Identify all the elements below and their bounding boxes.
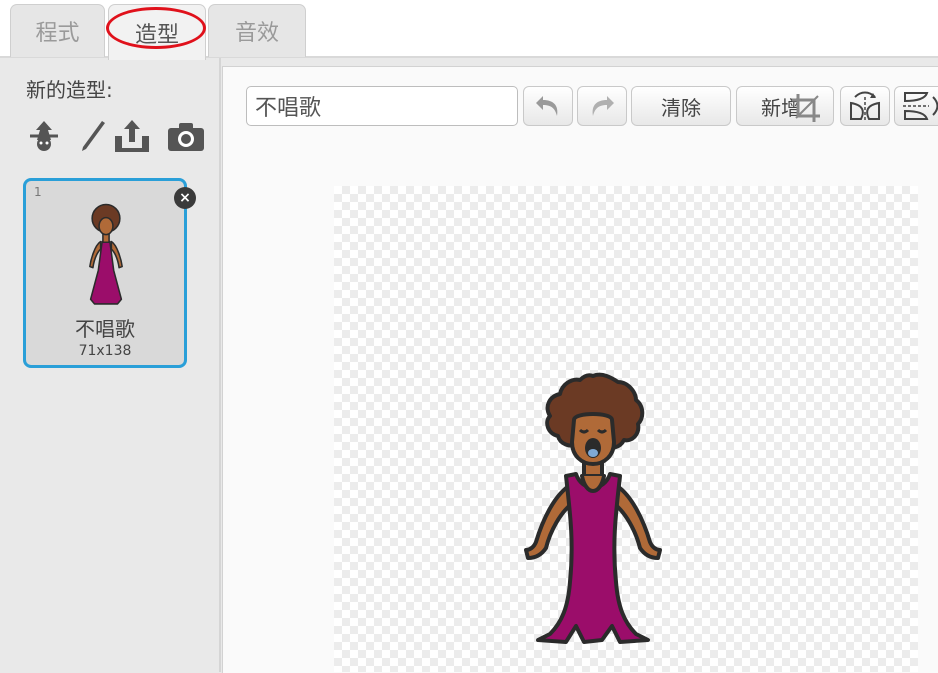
undo-icon xyxy=(536,96,558,116)
panel-divider xyxy=(219,58,221,672)
tab-costumes[interactable]: 造型 xyxy=(108,4,206,60)
costume-size: 71x138 xyxy=(78,343,132,359)
new-costume-label: 新的造型: xyxy=(26,78,113,102)
costume-sprite-drawing xyxy=(524,372,662,644)
flip-horizontal-icon xyxy=(850,91,880,121)
delete-costume-icon[interactable]: × xyxy=(174,187,196,209)
costume-card[interactable]: 1 × 不唱歌 71x138 xyxy=(23,178,196,368)
clear-button[interactable]: 清除 xyxy=(631,86,731,126)
crop-icon[interactable] xyxy=(786,90,826,124)
paint-icon[interactable] xyxy=(24,116,64,156)
upload-icon[interactable] xyxy=(112,116,152,156)
tab-sounds[interactable]: 音效 xyxy=(208,4,306,57)
redo-button[interactable] xyxy=(577,86,627,126)
camera-icon[interactable] xyxy=(166,116,206,156)
flip-horizontal-button[interactable] xyxy=(840,86,890,126)
costume-thumbnail xyxy=(89,203,123,305)
costume-name-input[interactable] xyxy=(246,86,518,126)
brush-icon[interactable] xyxy=(72,116,112,156)
drawing-canvas[interactable] xyxy=(334,186,918,672)
costume-number: 1 xyxy=(34,185,42,199)
costume-name: 不唱歌 xyxy=(75,317,135,341)
redo-icon xyxy=(592,96,614,116)
flip-vertical-icon xyxy=(903,92,938,120)
tab-scripts[interactable]: 程式 xyxy=(10,4,105,57)
flip-vertical-button[interactable] xyxy=(894,86,938,126)
undo-button[interactable] xyxy=(523,86,573,126)
